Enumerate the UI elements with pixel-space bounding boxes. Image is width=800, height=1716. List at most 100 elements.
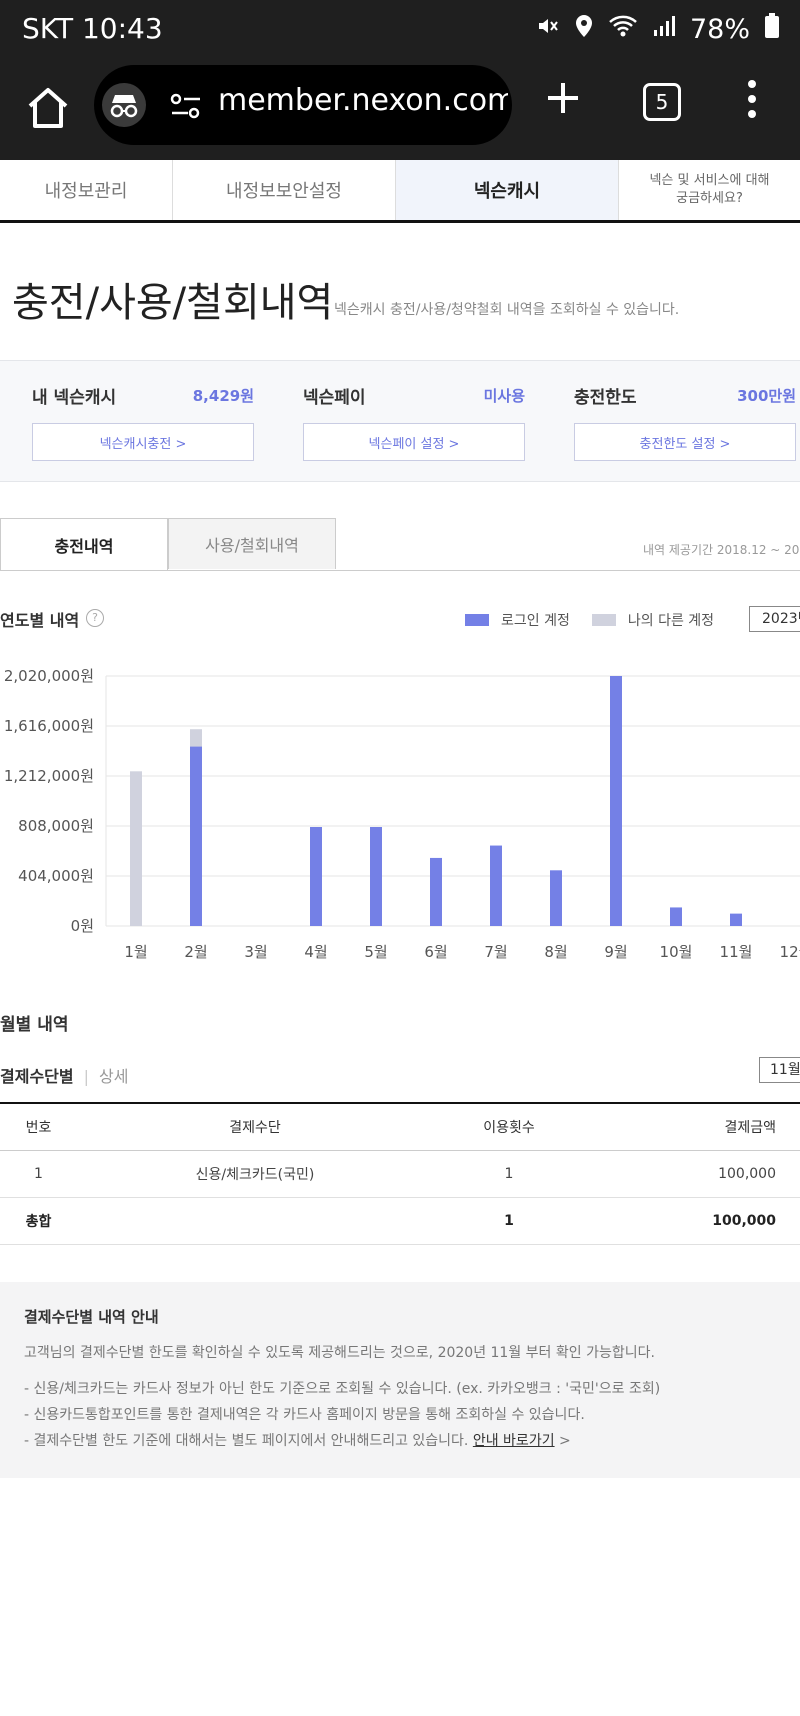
guide-link[interactable]: 안내 바로가기	[473, 1433, 555, 1449]
x-tick-label: 1월	[124, 943, 147, 961]
monthly-tabs: 결제수단별 | 상세	[0, 1063, 128, 1087]
help-line-1: 넥슨 및 서비스에 대해	[649, 173, 770, 188]
bar-10월	[670, 907, 682, 926]
table-total-row: 총합 1 100,000	[0, 1197, 800, 1245]
x-tick-label: 6월	[424, 943, 447, 961]
nav-item-nexon-cash[interactable]: 넥슨캐시	[396, 160, 619, 220]
wifi-icon	[608, 14, 638, 44]
signal-icon	[652, 14, 676, 44]
cell-no: 1	[0, 1150, 77, 1198]
table-row: 1 신용/체크카드(국민) 1 100,000	[0, 1150, 800, 1198]
summary-label: 내 넥슨캐시	[32, 388, 117, 408]
yearly-bar-chart: 2,020,000원 1,616,000원 1,212,000원 808,000원 40…	[4, 667, 800, 961]
page-description: 넥슨캐시 충전/사용/청약철회 내역을 조회하실 수 있습니다.	[334, 302, 680, 318]
x-tick-label: 5월	[364, 943, 387, 961]
bar-11월	[730, 913, 742, 926]
charge-cash-button[interactable]: 넥슨캐시충전 >	[32, 423, 254, 461]
bar-8월	[550, 870, 562, 926]
payment-method-table: 번호 결제수단 이용횟수 결제금액 1 신용/체크카드(국민) 1 100,00…	[0, 1102, 800, 1245]
legend-login-label: 로그인 계정	[501, 613, 570, 629]
x-tick-label: 4월	[304, 943, 327, 961]
table-header-row: 번호 결제수단 이용횟수 결제금액	[0, 1103, 800, 1151]
status-time: SKT 10:43	[22, 12, 163, 45]
monthly-title: 월별 내역	[0, 1015, 69, 1035]
bar-2월	[190, 746, 202, 926]
x-tick-label: 9월	[604, 943, 627, 961]
charge-limit-settings-button[interactable]: 충전한도 설정 >	[574, 423, 796, 461]
notice-line-2: - 신용/체크카드는 카드사 정보가 아닌 한도 기준으로 조회될 수 있습니다…	[24, 1381, 661, 1397]
x-tick-label: 12월	[780, 943, 800, 961]
legend-swatch-other	[591, 614, 616, 626]
yearly-title: 연도별 내역	[0, 611, 80, 630]
history-period: 내역 제공기간 2018.12 ~ 202	[643, 543, 800, 557]
account-nav: 내정보관리 내정보보안설정 넥슨캐시 넥슨 및 서비스에 대해 궁금하세요?	[0, 160, 800, 223]
cell-count: 1	[433, 1150, 585, 1198]
help-line-2: 궁금하세요?	[676, 191, 743, 206]
legend-swatch-login	[465, 614, 489, 626]
site-settings-icon[interactable]	[170, 91, 202, 121]
bar-9월	[610, 676, 622, 926]
notice-line-3: - 신용카드통합포인트를 통한 결제내역은 각 카드사 홈페이지 방문을 통해 …	[24, 1407, 585, 1423]
more-menu-icon[interactable]	[746, 80, 758, 122]
status-icons: 78%	[536, 10, 780, 48]
tab-switcher-button[interactable]: 5	[643, 83, 681, 121]
tab-by-method[interactable]: 결제수단별	[0, 1067, 74, 1086]
cash-summary: 내 넥슨캐시 8,429원 넥슨캐시충전 > 넥슨페이 미사용 넥슨페이 설정 …	[0, 360, 800, 482]
cell-method: 신용/체크카드(국민)	[77, 1150, 433, 1198]
help-icon[interactable]: ?	[86, 609, 104, 627]
y-tick-label: 0원	[71, 917, 94, 935]
nav-item-security[interactable]: 내정보보안설정	[173, 160, 396, 220]
x-tick-label: 8월	[544, 943, 567, 961]
legend-other-label: 나의 다른 계정	[627, 613, 715, 629]
location-icon	[574, 14, 594, 44]
tab-usage-history[interactable]: 사용/철회내역	[168, 518, 336, 569]
bar-6월	[430, 857, 442, 926]
nexon-pay-settings-button[interactable]: 넥슨페이 설정 >	[303, 423, 525, 461]
incognito-icon	[102, 83, 146, 127]
bar-1월	[130, 771, 142, 926]
bar-2월	[190, 729, 202, 747]
tab-separator: |	[83, 1067, 89, 1086]
x-tick-label: 10월	[660, 943, 693, 961]
bar-5월	[370, 826, 382, 926]
x-tick-label: 11월	[720, 943, 753, 961]
bar-4월	[310, 826, 322, 926]
battery-icon	[764, 13, 780, 45]
total-method-empty	[77, 1197, 433, 1245]
notice-line-4-text: - 결제수단별 한도 기준에 대해서는 별도 페이지에서 안내해드리고 있습니다…	[24, 1433, 469, 1449]
summary-value: 300만원	[737, 387, 796, 405]
tab-detail[interactable]: 상세	[99, 1067, 128, 1086]
nav-item-my-info[interactable]: 내정보관리	[0, 160, 173, 220]
header-no: 번호	[0, 1103, 77, 1151]
bar-7월	[490, 845, 502, 926]
header-count: 이용횟수	[433, 1103, 585, 1151]
y-tick-label: 808,000원	[18, 817, 94, 835]
notice-line-4: - 결제수단별 한도 기준에 대해서는 별도 페이지에서 안내해드리고 있습니다…	[24, 1430, 571, 1450]
y-tick-label: 404,000원	[18, 867, 94, 885]
address-bar[interactable]: member.nexon.com/	[94, 65, 512, 145]
new-tab-icon[interactable]	[545, 80, 581, 116]
header-method: 결제수단	[77, 1103, 433, 1151]
y-tick-label: 1,212,000원	[4, 767, 94, 785]
summary-value: 8,429원	[192, 387, 254, 405]
tab-charge-history[interactable]: 충전내역	[0, 518, 168, 570]
chart-legend: 로그인 계정 나의 다른 계정	[465, 610, 714, 630]
home-icon[interactable]	[24, 84, 72, 132]
total-count: 1	[433, 1197, 585, 1245]
page-title: 충전/사용/철회내역	[12, 280, 334, 326]
cell-amount: 100,000	[585, 1150, 800, 1198]
month-select[interactable]: 11월	[759, 1057, 800, 1083]
y-tick-label: 1,616,000원	[4, 717, 94, 735]
chevron-right-icon: >	[559, 1433, 571, 1449]
notice-line-1: 고객님의 결제수단별 한도를 확인하실 수 있도록 제공해드리는 것으로, 20…	[24, 1345, 655, 1361]
notice-title: 결제수단별 내역 안내	[24, 1308, 159, 1326]
year-select[interactable]: 2023년	[749, 606, 800, 632]
status-bar: SKT 10:43 78%	[0, 0, 800, 58]
summary-value: 미사용	[483, 387, 525, 405]
nav-item-help[interactable]: 넥슨 및 서비스에 대해 궁금하세요?	[619, 160, 800, 220]
x-tick-label: 3월	[244, 943, 267, 961]
total-amount: 100,000	[585, 1197, 800, 1245]
mute-icon	[536, 14, 560, 44]
summary-label: 넥슨페이	[303, 388, 366, 408]
x-tick-label: 7월	[484, 943, 507, 961]
